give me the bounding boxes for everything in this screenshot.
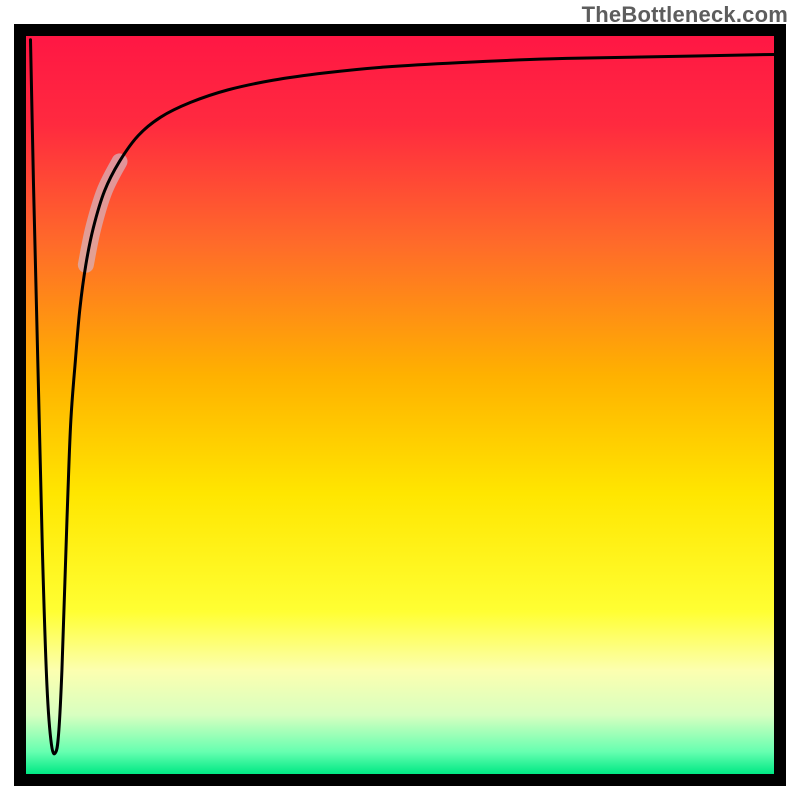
chart-frame: [14, 24, 786, 786]
chart-svg: [26, 36, 774, 774]
watermark-text: TheBottleneck.com: [582, 2, 788, 28]
chart-background: [26, 36, 774, 774]
chart-plot-area: [26, 36, 774, 774]
